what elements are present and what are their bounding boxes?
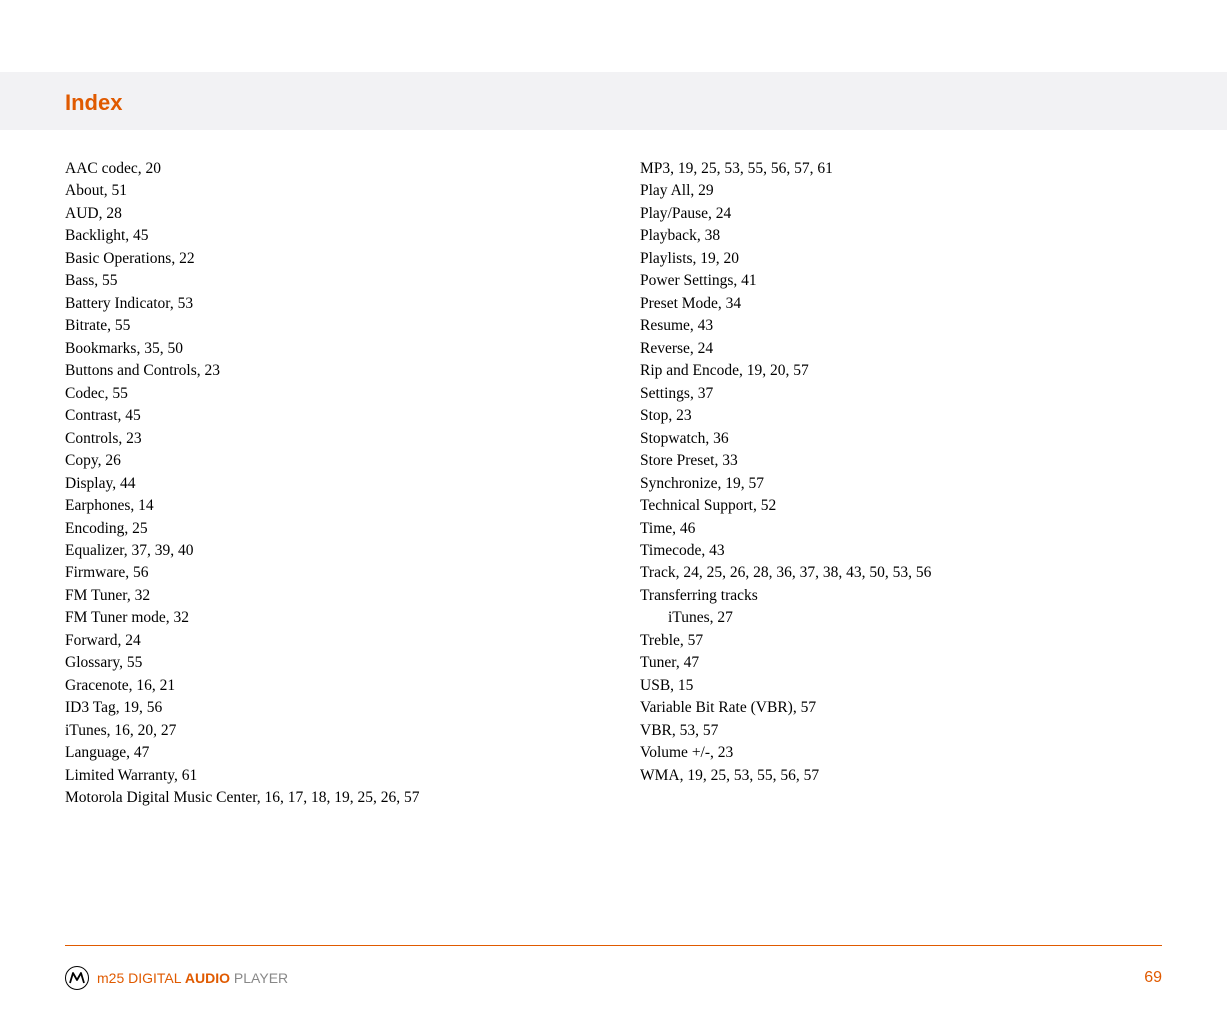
index-entry: Rip and Encode, 19, 20, 57 [640, 360, 1160, 382]
index-entry: Technical Support, 52 [640, 495, 1160, 517]
index-entry: Gracenote, 16, 21 [65, 675, 640, 697]
index-entry: Stopwatch, 36 [640, 428, 1160, 450]
index-entry: About, 51 [65, 180, 640, 202]
index-entry: Bass, 55 [65, 270, 640, 292]
index-entry: Playlists, 19, 20 [640, 248, 1160, 270]
index-entry: Contrast, 45 [65, 405, 640, 427]
index-entry: Timecode, 43 [640, 540, 1160, 562]
index-entry: USB, 15 [640, 675, 1160, 697]
index-entry: Copy, 26 [65, 450, 640, 472]
index-entry: Display, 44 [65, 473, 640, 495]
index-entry: Basic Operations, 22 [65, 248, 640, 270]
index-entry: Stop, 23 [640, 405, 1160, 427]
index-content: AAC codec, 20About, 51AUD, 28Backlight, … [0, 130, 1227, 810]
index-entry: Power Settings, 41 [640, 270, 1160, 292]
index-entry: Reverse, 24 [640, 338, 1160, 360]
index-entry: MP3, 19, 25, 53, 55, 56, 57, 61 [640, 158, 1160, 180]
index-entry: Play/Pause, 24 [640, 203, 1160, 225]
index-entry: iTunes, 16, 20, 27 [65, 720, 640, 742]
index-entry: Playback, 38 [640, 225, 1160, 247]
index-entry: Bitrate, 55 [65, 315, 640, 337]
index-entry: Transferring tracks [640, 585, 1160, 607]
product-suffix: PLAYER [230, 970, 288, 986]
index-entry: Glossary, 55 [65, 652, 640, 674]
index-entry: Forward, 24 [65, 630, 640, 652]
index-entry: AUD, 28 [65, 203, 640, 225]
index-entry: Bookmarks, 35, 50 [65, 338, 640, 360]
product-prefix: m25 DIGITAL [97, 970, 185, 986]
footer-divider [65, 945, 1162, 946]
index-entry: Treble, 57 [640, 630, 1160, 652]
index-entry: WMA, 19, 25, 53, 55, 56, 57 [640, 765, 1160, 787]
product-bold: AUDIO [185, 970, 230, 986]
index-entry: Encoding, 25 [65, 518, 640, 540]
index-entry: Buttons and Controls, 23 [65, 360, 640, 382]
index-entry: Play All, 29 [640, 180, 1160, 202]
page-number: 69 [1144, 969, 1162, 987]
index-entry: Preset Mode, 34 [640, 293, 1160, 315]
footer-left: m25 DIGITAL AUDIO PLAYER [65, 966, 288, 990]
index-column-left: AAC codec, 20About, 51AUD, 28Backlight, … [65, 158, 640, 810]
index-entry: FM Tuner, 32 [65, 585, 640, 607]
index-entry: Resume, 43 [640, 315, 1160, 337]
motorola-logo-icon [65, 966, 89, 990]
index-entry: Firmware, 56 [65, 562, 640, 584]
index-entry: Track, 24, 25, 26, 28, 36, 37, 38, 43, 5… [640, 562, 1160, 584]
header-bar: Index [0, 72, 1227, 130]
index-entry: Time, 46 [640, 518, 1160, 540]
index-column-right: MP3, 19, 25, 53, 55, 56, 57, 61Play All,… [640, 158, 1160, 810]
index-entry: Controls, 23 [65, 428, 640, 450]
footer: m25 DIGITAL AUDIO PLAYER 69 [65, 966, 1162, 990]
index-entry: Language, 47 [65, 742, 640, 764]
index-entry: Volume +/-, 23 [640, 742, 1160, 764]
index-entry: Battery Indicator, 53 [65, 293, 640, 315]
index-entry: Synchronize, 19, 57 [640, 473, 1160, 495]
index-entry: iTunes, 27 [640, 607, 1160, 629]
index-entry: Codec, 55 [65, 383, 640, 405]
page-title: Index [65, 90, 1227, 116]
index-entry: Equalizer, 37, 39, 40 [65, 540, 640, 562]
index-entry: Backlight, 45 [65, 225, 640, 247]
index-entry: Store Preset, 33 [640, 450, 1160, 472]
index-entry: Earphones, 14 [65, 495, 640, 517]
index-entry: Settings, 37 [640, 383, 1160, 405]
index-entry: FM Tuner mode, 32 [65, 607, 640, 629]
index-entry: Limited Warranty, 61 [65, 765, 640, 787]
index-entry: Motorola Digital Music Center, 16, 17, 1… [65, 787, 640, 809]
index-entry: ID3 Tag, 19, 56 [65, 697, 640, 719]
product-label: m25 DIGITAL AUDIO PLAYER [97, 970, 288, 986]
index-entry: Variable Bit Rate (VBR), 57 [640, 697, 1160, 719]
index-entry: Tuner, 47 [640, 652, 1160, 674]
index-entry: VBR, 53, 57 [640, 720, 1160, 742]
index-entry: AAC codec, 20 [65, 158, 640, 180]
